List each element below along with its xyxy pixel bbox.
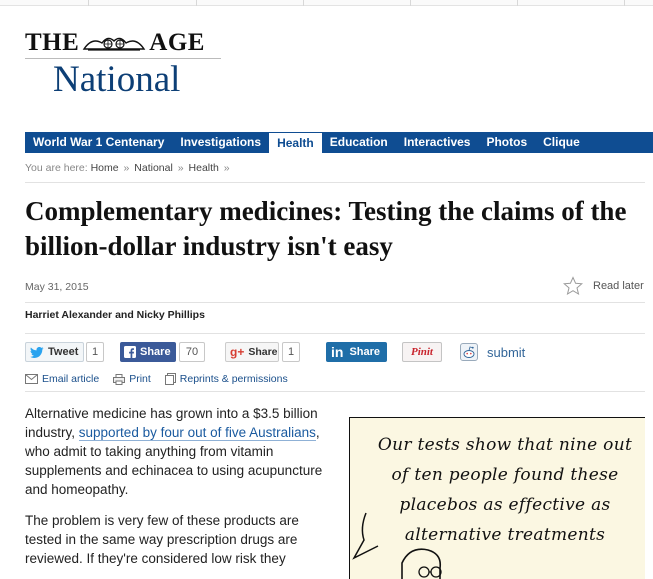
- speech-bubble-tail: [352, 512, 379, 560]
- strip-divider: [517, 0, 518, 6]
- divider: [25, 182, 645, 183]
- article-byline: Harriet Alexander and Nicky Phillips: [25, 309, 205, 321]
- logo-word-age: AGE: [149, 29, 205, 56]
- linkedin-share-button[interactable]: in Share: [326, 342, 387, 362]
- pinterest-label: Pinit: [410, 346, 433, 358]
- linkedin-icon: in: [331, 344, 344, 360]
- reprints-permissions-link[interactable]: Reprints & permissions: [164, 373, 288, 385]
- reddit-alien-icon: [460, 343, 478, 361]
- twitter-bird-icon: [30, 346, 44, 358]
- nav-item-health[interactable]: Health: [269, 133, 322, 153]
- reddit-submit-button[interactable]: submit: [460, 342, 536, 362]
- strip-divider: [88, 0, 89, 6]
- breadcrumb-home[interactable]: Home: [91, 162, 119, 174]
- printer-icon: [113, 373, 126, 385]
- section-title[interactable]: National: [25, 60, 221, 100]
- nav-item-photos[interactable]: Photos: [478, 132, 535, 153]
- nav-item-ww1-centenary[interactable]: World War 1 Centenary: [25, 132, 172, 153]
- article-date: May 31, 2015: [25, 281, 89, 293]
- strip-divider: [624, 0, 625, 6]
- strip-divider: [196, 0, 197, 6]
- read-later-label: Read later: [593, 280, 644, 292]
- breadcrumb-separator: »: [123, 162, 130, 174]
- nav-item-investigations[interactable]: Investigations: [172, 132, 269, 153]
- article-body: Alternative medicine has grown into a $3…: [25, 404, 325, 579]
- read-later-button[interactable]: Read later: [563, 276, 644, 296]
- breadcrumb-prefix: You are here:: [25, 162, 88, 174]
- googleplus-share-button[interactable]: g+ Share: [225, 342, 279, 362]
- the-age-logo[interactable]: THE AGE: [25, 30, 221, 56]
- facebook-icon: [124, 346, 136, 358]
- reddit-submit-label: submit: [487, 344, 526, 360]
- print-label: Print: [129, 373, 151, 385]
- linkedin-share-label: Share: [349, 346, 381, 358]
- strip-divider: [410, 0, 411, 6]
- star-icon: [563, 276, 583, 296]
- tweet-count: 1: [86, 342, 104, 362]
- breadcrumb-health[interactable]: Health: [189, 162, 219, 174]
- masthead[interactable]: THE AGE National: [25, 30, 221, 100]
- divider: [25, 333, 645, 334]
- divider: [25, 302, 645, 303]
- nav-item-education[interactable]: Education: [322, 132, 396, 153]
- strip-divider: [303, 0, 304, 6]
- breadcrumb: You are here: Home » National » Health »: [25, 162, 232, 174]
- facebook-share-label: Share: [140, 346, 171, 358]
- supported-by-four-out-of-five-link[interactable]: supported by four out of five Australian…: [78, 425, 316, 441]
- print-link[interactable]: Print: [113, 373, 151, 385]
- googleplus-share-label: Share: [248, 346, 278, 358]
- main-navigation: World War 1 Centenary Investigations Hea…: [25, 132, 653, 153]
- top-utility-strip: [0, 0, 653, 6]
- logo-word-the: THE: [25, 29, 80, 56]
- breadcrumb-separator: »: [177, 162, 184, 174]
- nav-item-clique[interactable]: Clique: [535, 132, 588, 153]
- article-tools: Email article Print Reprints & permissio…: [25, 373, 302, 385]
- share-toolbar: Tweet 1 Share 70 g+ Share 1 in Share Pin…: [25, 342, 645, 362]
- googleplus-icon: g+: [230, 345, 245, 359]
- article-headline: Complementary medicines: Testing the cla…: [25, 196, 627, 261]
- facebook-share-button[interactable]: Share: [120, 342, 176, 362]
- googleplus-share-count: 1: [282, 342, 300, 362]
- facebook-share-count: 70: [179, 342, 205, 362]
- email-article-link[interactable]: Email article: [25, 373, 99, 385]
- nav-item-interactives[interactable]: Interactives: [396, 132, 479, 153]
- tweet-button[interactable]: Tweet: [25, 342, 84, 362]
- tweet-label: Tweet: [48, 346, 79, 358]
- email-article-label: Email article: [42, 373, 100, 385]
- pinterest-pin-button[interactable]: Pinit: [402, 342, 442, 362]
- crest-emblem-icon: [82, 37, 146, 51]
- divider: [25, 391, 645, 392]
- reprints-permissions-label: Reprints & permissions: [179, 373, 288, 385]
- article-paragraph: Alternative medicine has grown into a $3…: [25, 404, 325, 499]
- breadcrumb-separator: »: [223, 162, 230, 174]
- cartoon-illustration: Our tests show that nine out of ten peop…: [349, 417, 645, 579]
- cartoon-drawing: [352, 512, 442, 579]
- article-paragraph: The problem is very few of these product…: [25, 513, 299, 566]
- document-copy-icon: [164, 373, 176, 385]
- breadcrumb-national[interactable]: National: [134, 162, 173, 174]
- envelope-icon: [25, 374, 38, 384]
